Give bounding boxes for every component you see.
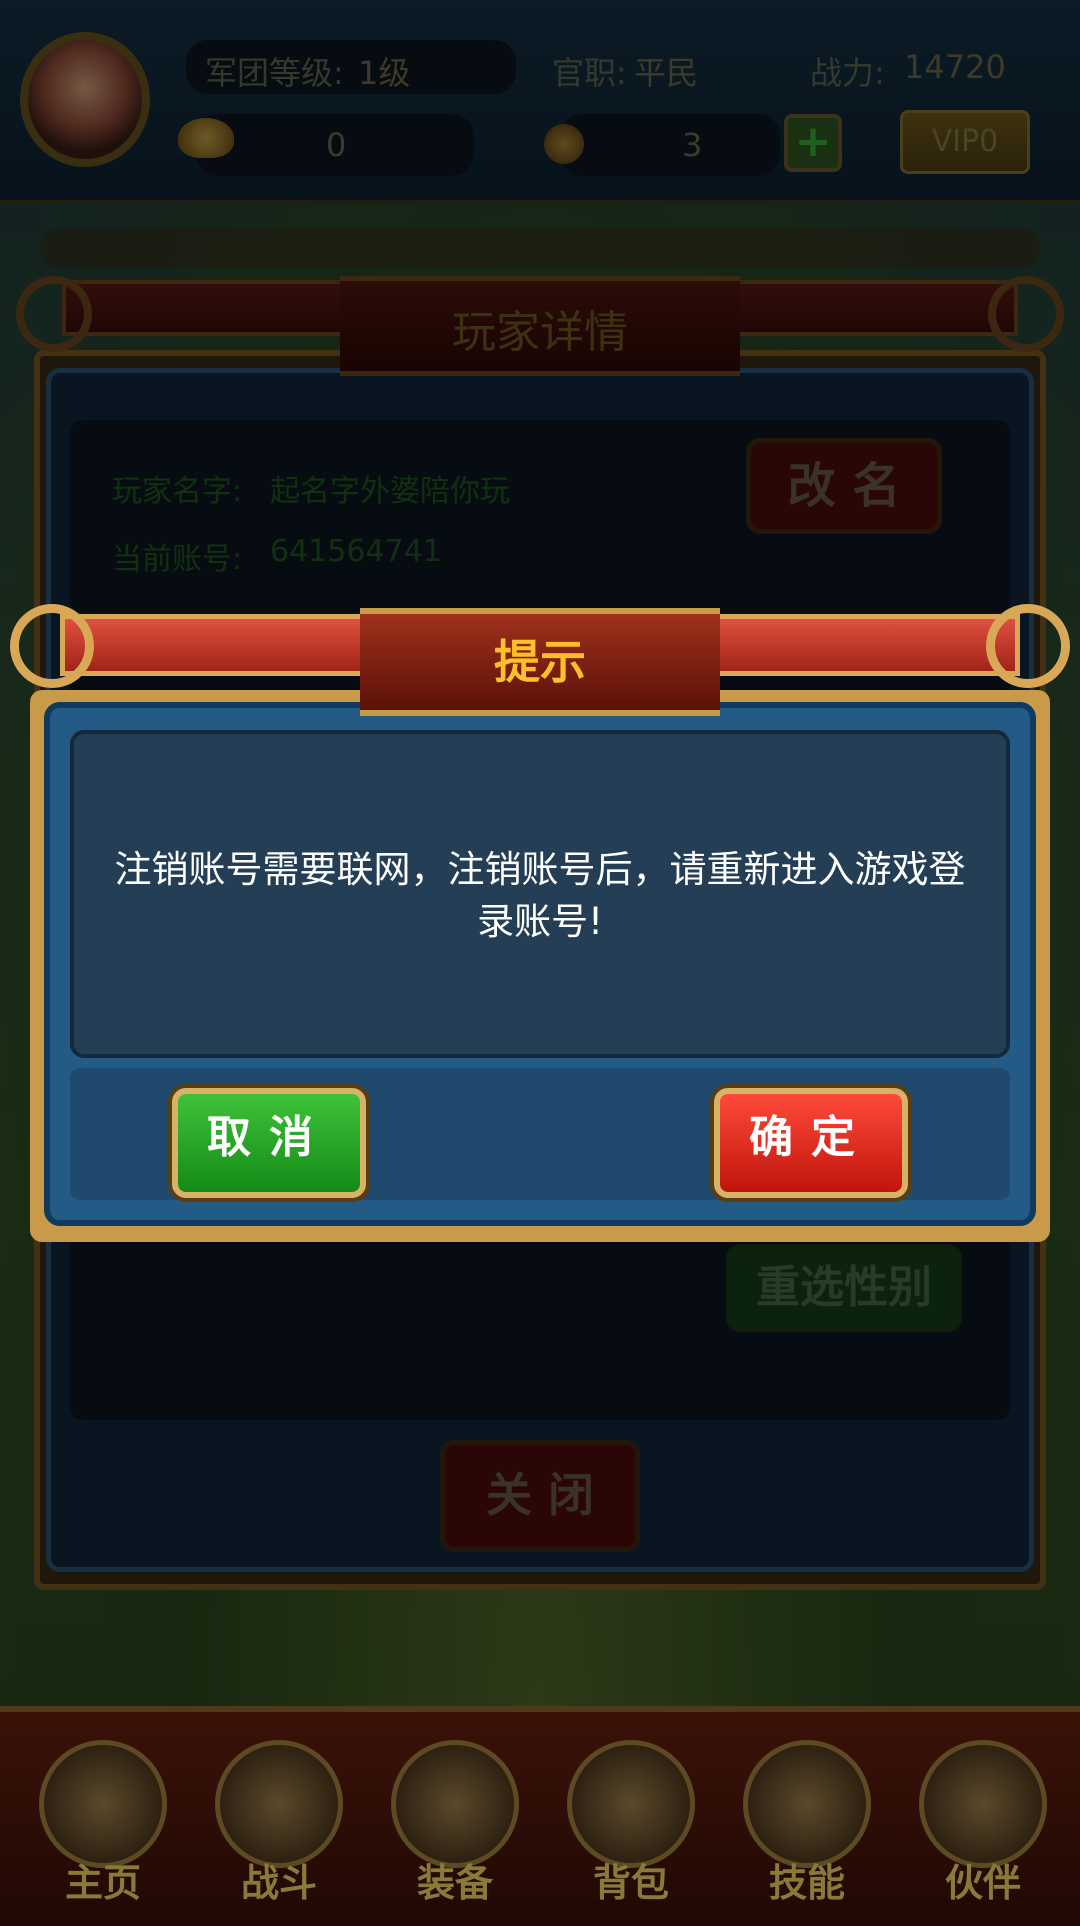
helmet-icon (391, 1740, 519, 1868)
nav-label-bag: 背包 (592, 1861, 669, 1905)
home-emblem-icon (39, 1740, 167, 1868)
prompt-message-line-1: 注销账号需要联网，注销账号后，请重新进入游戏登 (114, 848, 966, 891)
prompt-message-line-2: 录账号! (477, 900, 603, 943)
prompt-banner-right-curl (986, 604, 1070, 688)
nav-item-battle[interactable]: 战斗 (204, 1716, 354, 1906)
prompt-dialog-title: 提示 (494, 635, 586, 689)
nav-label-partner: 伙伴 (944, 1861, 1021, 1905)
partner-warrior-icon (919, 1740, 1047, 1868)
nav-item-skills[interactable]: 技能 (732, 1716, 882, 1906)
prompt-message: 注销账号需要联网，注销账号后，请重新进入游戏登 录账号! (76, 844, 1004, 948)
bag-icon (567, 1740, 695, 1868)
nav-item-home[interactable]: 主页 (28, 1716, 178, 1906)
crossed-swords-icon (215, 1740, 343, 1868)
nav-label-equipment: 装备 (416, 1861, 493, 1905)
nav-label-home: 主页 (64, 1861, 141, 1905)
cancel-button[interactable]: 取消 (172, 1088, 366, 1198)
prompt-banner-left-curl (10, 604, 94, 688)
nav-item-partner[interactable]: 伙伴 (908, 1716, 1058, 1906)
nav-item-equipment[interactable]: 装备 (380, 1716, 530, 1906)
skill-scroll-icon (743, 1740, 871, 1868)
nav-label-battle: 战斗 (240, 1861, 317, 1905)
confirm-button[interactable]: 确定 (714, 1088, 908, 1198)
nav-label-skills: 技能 (768, 1861, 845, 1905)
nav-item-bag[interactable]: 背包 (556, 1716, 706, 1906)
